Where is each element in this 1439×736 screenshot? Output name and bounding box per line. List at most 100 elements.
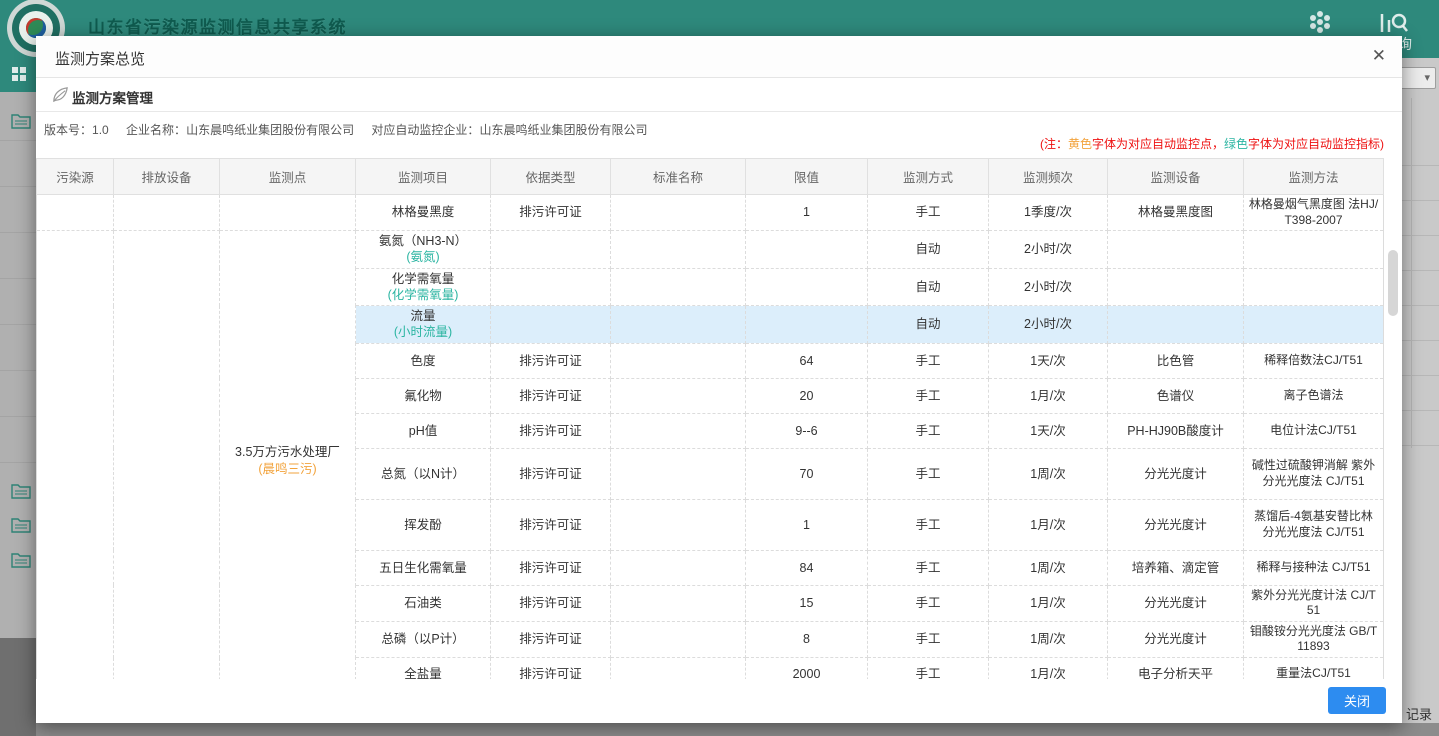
table-cell: 1月/次 [989, 378, 1108, 413]
menu-grid-icon [12, 67, 26, 81]
monitor-item-cell: 总氮（以N计） [356, 448, 491, 499]
table-cell: 手工 [868, 448, 989, 499]
monitoring-plan-modal: 监测方案总览 ✕ 监测方案管理 版本号：1.0 企业名称：山东晨鸣纸业集团股份有… [36, 36, 1402, 723]
info-row: 版本号：1.0 企业名称：山东晨鸣纸业集团股份有限公司 对应自动监控企业：山东晨… [36, 112, 1402, 158]
table-cell: 2小时/次 [989, 268, 1108, 306]
folder-icon[interactable] [11, 552, 31, 568]
table-cell: 排污许可证 [491, 550, 611, 585]
modal-footer: 关闭 [36, 679, 1402, 723]
table-cell [1108, 306, 1244, 344]
monitor-item-cell: pH值 [356, 413, 491, 448]
table-cell: 1天/次 [989, 413, 1108, 448]
table-cell [746, 268, 868, 306]
table-cell [1108, 268, 1244, 306]
column-header: 监测方式 [868, 159, 989, 195]
monitor-item-cell: 色度 [356, 343, 491, 378]
monitoring-plan-table: 污染源排放设备监测点监测项目依据类型标准名称限值监测方式监测频次监测设备监测方法… [36, 158, 1384, 691]
table-wrap: 污染源排放设备监测点监测项目依据类型标准名称限值监测方式监测频次监测设备监测方法… [36, 158, 1402, 679]
table-cell [491, 306, 611, 344]
table-cell: 1 [746, 195, 868, 231]
table-row[interactable]: 林格曼黑度排污许可证1手工1季度/次林格曼黑度图林格曼烟气黑度图 法HJ/T39… [37, 195, 1384, 231]
apps-grid-icon[interactable] [1306, 8, 1334, 36]
table-cell: 分光光度计 [1108, 448, 1244, 499]
monitor-item-cell: 流量(小时流量) [356, 306, 491, 344]
folder-icon[interactable] [11, 517, 31, 533]
table-cell: 电位计法CJ/T51 [1244, 413, 1384, 448]
table-cell: 排污许可证 [491, 621, 611, 657]
version-info: 版本号：1.0 [44, 123, 109, 137]
pen-icon [51, 85, 70, 104]
table-cell [1244, 268, 1384, 306]
table-cell: 8 [746, 621, 868, 657]
sidebar [0, 58, 36, 736]
table-cell: 排污许可证 [491, 499, 611, 550]
auto-company-info: 对应自动监控企业：山东晨鸣纸业集团股份有限公司 [371, 123, 647, 137]
monitor-item-cell: 挥发酚 [356, 499, 491, 550]
section-bar: 监测方案管理 [36, 78, 1402, 112]
table-cell: 排污许可证 [491, 378, 611, 413]
table-cell: 色谱仪 [1108, 378, 1244, 413]
table-row[interactable]: 3.5万方污水处理厂(晨鸣三污)氨氮（NH3-N）(氨氮)自动2小时/次 [37, 231, 1384, 269]
table-cell: 稀释与接种法 CJ/T51 [1244, 550, 1384, 585]
table-cell: 2小时/次 [989, 306, 1108, 344]
modal-titlebar: 监测方案总览 ✕ [36, 36, 1402, 78]
column-header: 排放设备 [114, 159, 220, 195]
table-cell: 1 [746, 499, 868, 550]
scrollbar-thumb[interactable] [1388, 250, 1398, 316]
table-cell: 手工 [868, 195, 989, 231]
column-header: 监测点 [220, 159, 356, 195]
table-cell [746, 231, 868, 269]
sidebar-menu-toggle[interactable] [0, 58, 36, 92]
app-title: 山东省污染源监测信息共享系统 [88, 13, 347, 38]
table-cell [611, 499, 746, 550]
column-header: 监测设备 [1108, 159, 1244, 195]
table-cell [1244, 306, 1384, 344]
company-info: 企业名称：山东晨鸣纸业集团股份有限公司 [126, 123, 354, 137]
column-header: 监测项目 [356, 159, 491, 195]
table-cell [611, 621, 746, 657]
table-cell [491, 268, 611, 306]
table-cell: PH-HJ90B酸度计 [1108, 413, 1244, 448]
table-cell: 培养箱、滴定管 [1108, 550, 1244, 585]
table-cell: 手工 [868, 343, 989, 378]
table-cell [611, 448, 746, 499]
table-cell [611, 306, 746, 344]
folder-icon[interactable] [11, 483, 31, 499]
column-header: 监测频次 [989, 159, 1108, 195]
stats-query-icon[interactable] [1378, 8, 1408, 36]
close-button[interactable]: 关闭 [1328, 687, 1386, 714]
table-cell: 蒸馏后-4氨基安替比林 分光光度法 CJ/T51 [1244, 499, 1384, 550]
table-cell: 林格曼烟气黑度图 法HJ/T398-2007 [1244, 195, 1384, 231]
table-cell: 紫外分光光度计法 CJ/T51 [1244, 585, 1384, 621]
table-cell: 排污许可证 [491, 343, 611, 378]
table-cell: 离子色谱法 [1244, 378, 1384, 413]
record-label: 记录 [1406, 704, 1432, 723]
table-cell: 手工 [868, 499, 989, 550]
table-cell: 排污许可证 [491, 195, 611, 231]
table-cell: 自动 [868, 231, 989, 269]
table-cell: 手工 [868, 413, 989, 448]
monitor-item-cell: 林格曼黑度 [356, 195, 491, 231]
table-cell [37, 195, 114, 231]
folder-icon[interactable] [11, 113, 31, 129]
table-cell: 1天/次 [989, 343, 1108, 378]
table-cell [611, 585, 746, 621]
table-cell: 自动 [868, 306, 989, 344]
close-icon[interactable]: ✕ [1372, 46, 1386, 66]
monitor-item-cell: 氨氮（NH3-N）(氨氮) [356, 231, 491, 269]
table-cell: 1周/次 [989, 621, 1108, 657]
monitor-item-cell: 五日生化需氧量 [356, 550, 491, 585]
chevron-down-icon: ▾ [1424, 71, 1430, 84]
table-cell: 1周/次 [989, 448, 1108, 499]
table-cell: 分光光度计 [1108, 621, 1244, 657]
table-cell: 比色管 [1108, 343, 1244, 378]
screen: 山东省污染源监测信息共享系统 查询 [0, 0, 1439, 736]
table-cell [1108, 231, 1244, 269]
monitor-item-cell: 化学需氧量(化学需氧量) [356, 268, 491, 306]
table-cell: 1月/次 [989, 585, 1108, 621]
table-cell [491, 231, 611, 269]
monitor-point-cell: 3.5万方污水处理厂(晨鸣三污) [220, 231, 356, 691]
table-cell: 自动 [868, 268, 989, 306]
table-cell: 15 [746, 585, 868, 621]
table-cell [746, 306, 868, 344]
